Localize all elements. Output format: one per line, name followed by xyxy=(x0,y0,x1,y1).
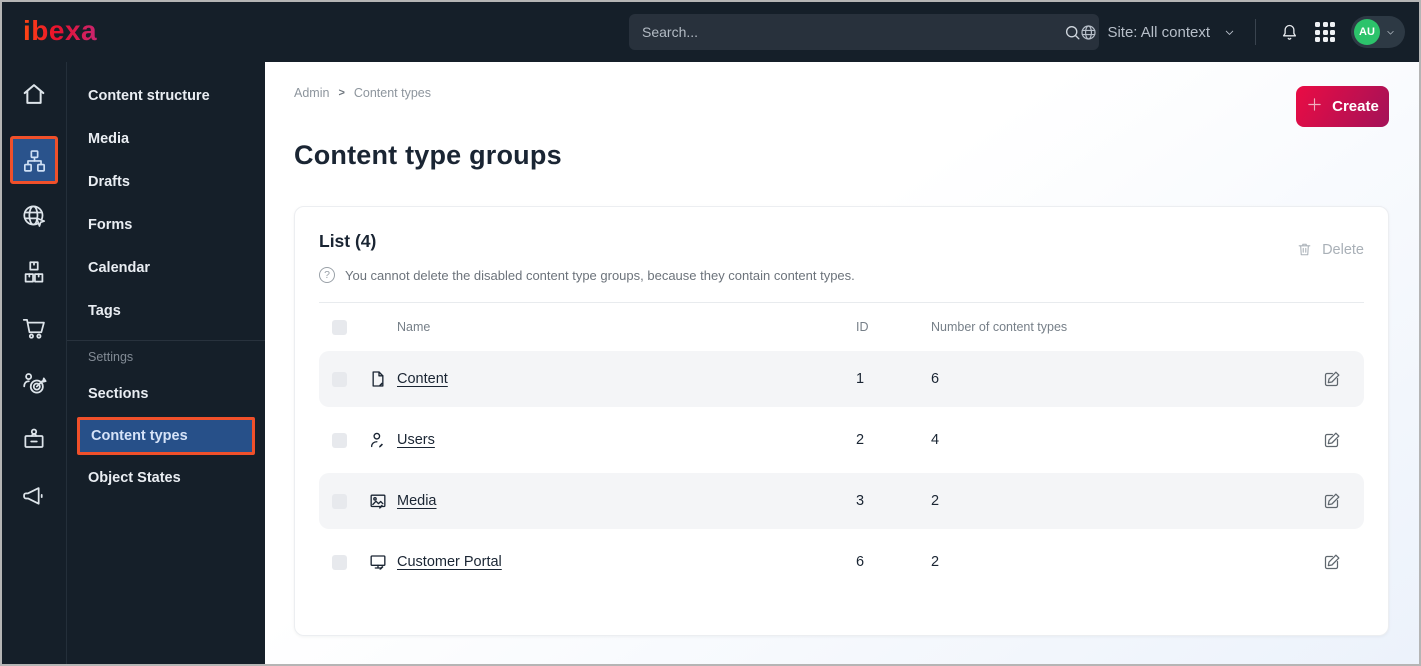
list-card: List (4) Delete ? You cannot delete the … xyxy=(294,206,1389,636)
home-icon[interactable] xyxy=(18,78,50,110)
group-link[interactable]: Content xyxy=(397,371,448,387)
bell-icon[interactable] xyxy=(1275,18,1303,46)
site-context-label: Site: All context xyxy=(1107,23,1210,41)
app-grid-icon[interactable] xyxy=(1311,18,1339,46)
edit-button[interactable] xyxy=(1310,430,1354,450)
table-row: Media 3 2 xyxy=(319,473,1364,529)
group-count: 4 xyxy=(931,432,940,448)
chevron-down-icon xyxy=(1223,26,1236,39)
personalization-icon[interactable] xyxy=(18,368,50,400)
sidebar-item-sections[interactable]: Sections xyxy=(67,373,265,415)
site-context-switcher[interactable]: Site: All context xyxy=(1079,23,1236,42)
edit-button[interactable] xyxy=(1310,369,1354,389)
file-edit-icon xyxy=(368,369,397,389)
monitor-edit-icon xyxy=(368,552,397,572)
sidebar-item-drafts[interactable]: Drafts xyxy=(67,160,265,203)
question-icon: ? xyxy=(319,267,335,283)
sidebar-item-tags[interactable]: Tags xyxy=(67,289,265,332)
chevron-down-icon xyxy=(1385,27,1396,38)
row-checkbox[interactable] xyxy=(332,493,347,509)
info-text: You cannot delete the disabled content t… xyxy=(345,267,855,283)
group-count: 2 xyxy=(931,493,940,509)
user-menu[interactable]: AU xyxy=(1351,16,1405,48)
sidebar-menu: Content structure Media Drafts Forms Cal… xyxy=(66,62,265,664)
globe-icon xyxy=(1079,23,1098,42)
image-edit-icon xyxy=(368,491,397,511)
create-button-label: Create xyxy=(1332,98,1379,115)
topbar-divider xyxy=(1255,19,1256,45)
table-row: Customer Portal 6 2 xyxy=(319,534,1364,590)
table-header-row: Name ID Number of content types xyxy=(319,303,1364,351)
edit-button[interactable] xyxy=(1310,552,1354,572)
group-link[interactable]: Customer Portal xyxy=(397,554,502,570)
admin-badge-icon[interactable] xyxy=(18,424,50,456)
card-header: List (4) Delete xyxy=(319,231,1364,258)
delete-button[interactable]: Delete xyxy=(1296,241,1364,258)
topbar-actions: Site: All context AU xyxy=(1079,2,1405,62)
breadcrumb-admin[interactable]: Admin xyxy=(294,86,329,100)
breadcrumb: Admin > Content types xyxy=(294,86,431,100)
group-id: 1 xyxy=(856,371,865,387)
row-checkbox[interactable] xyxy=(332,554,347,570)
sidebar-item-object-states[interactable]: Object States xyxy=(67,457,265,499)
create-button[interactable]: Create xyxy=(1296,86,1389,127)
breadcrumb-separator: > xyxy=(338,87,345,99)
table-row: Content 1 6 xyxy=(319,351,1364,407)
trash-icon xyxy=(1296,241,1313,258)
sidebar-item-content-structure[interactable]: Content structure xyxy=(67,74,265,117)
sidebar-item-calendar[interactable]: Calendar xyxy=(67,246,265,289)
content-structure-icon[interactable] xyxy=(10,136,58,184)
sidebar-item-media[interactable]: Media xyxy=(67,117,265,160)
list-title: List (4) xyxy=(319,231,377,251)
campaign-megaphone-icon[interactable] xyxy=(18,480,50,512)
column-header-count: Number of content types xyxy=(931,320,1068,334)
avatar: AU xyxy=(1354,19,1380,45)
user-edit-icon xyxy=(368,430,397,450)
search-input[interactable] xyxy=(642,24,1058,40)
sidebar-item-content-types[interactable]: Content types xyxy=(77,417,255,455)
group-count: 6 xyxy=(931,371,940,387)
row-checkbox[interactable] xyxy=(332,432,347,448)
group-id: 6 xyxy=(856,554,865,570)
top-bar: ibexa Site: All context xyxy=(2,2,1419,62)
commerce-cart-icon[interactable] xyxy=(18,312,50,344)
global-search[interactable] xyxy=(629,14,1099,50)
main-content: Admin > Content types Create Content typ… xyxy=(265,62,1419,664)
group-link[interactable]: Media xyxy=(397,493,437,509)
row-checkbox[interactable] xyxy=(332,371,347,387)
ibexa-logo: ibexa xyxy=(23,15,98,46)
app-window: ibexa Site: All context xyxy=(0,0,1421,666)
edit-button[interactable] xyxy=(1310,491,1354,511)
icon-rail xyxy=(2,62,66,664)
column-header-id: ID xyxy=(856,320,869,334)
breadcrumb-content-types: Content types xyxy=(353,86,432,100)
sidebar-item-forms[interactable]: Forms xyxy=(67,203,265,246)
group-id: 3 xyxy=(856,493,865,509)
product-catalog-icon[interactable] xyxy=(18,256,50,288)
column-header-name: Name xyxy=(397,320,431,334)
group-count: 2 xyxy=(931,554,940,570)
table-row: Users 2 4 xyxy=(319,412,1364,468)
plus-icon xyxy=(1306,96,1323,117)
info-message: ? You cannot delete the disabled content… xyxy=(319,267,1364,283)
group-link[interactable]: Users xyxy=(397,432,435,448)
page-title: Content type groups xyxy=(294,140,562,170)
delete-button-label: Delete xyxy=(1322,241,1364,258)
group-id: 2 xyxy=(856,432,865,448)
select-all-checkbox[interactable] xyxy=(332,319,347,335)
sidebar-section-settings: Settings xyxy=(88,350,134,364)
site-globe-icon[interactable] xyxy=(18,200,50,232)
